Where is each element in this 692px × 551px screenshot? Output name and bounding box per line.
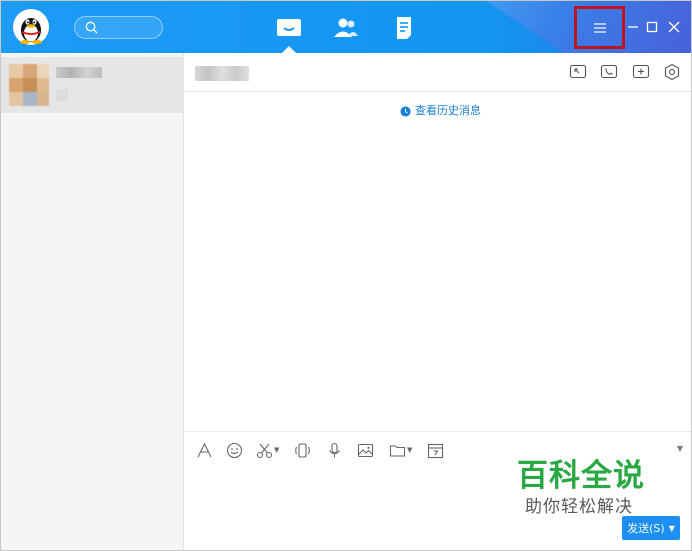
penguin-icon xyxy=(20,18,42,44)
contact-name-redacted xyxy=(56,67,102,78)
screenshot-button[interactable]: ▼ xyxy=(256,441,279,459)
send-file-button[interactable]: ▼ xyxy=(389,441,412,459)
voice-message-button[interactable] xyxy=(326,441,343,459)
shake-icon xyxy=(295,442,310,458)
minimize-icon xyxy=(628,26,638,28)
view-history-link[interactable]: 查看历史消息 xyxy=(400,102,481,120)
settings-icon xyxy=(664,63,680,81)
avatar xyxy=(9,64,49,106)
tab-messages[interactable] xyxy=(274,13,304,43)
history-link-label: 查看历史消息 xyxy=(415,104,481,117)
calendar-icon xyxy=(427,443,444,458)
minimize-button[interactable] xyxy=(625,19,641,35)
close-button[interactable] xyxy=(666,19,682,35)
send-options-icon[interactable]: ▼ xyxy=(669,524,675,533)
send-image-button[interactable] xyxy=(357,441,374,459)
contact-preview-redacted xyxy=(56,89,68,101)
main-menu-button[interactable] xyxy=(574,6,625,49)
send-button-label: 发送(S) xyxy=(627,522,665,535)
notes-icon xyxy=(397,17,411,39)
font-icon xyxy=(197,442,212,457)
chat-settings-button[interactable] xyxy=(662,62,682,82)
phone-icon xyxy=(600,64,618,79)
contacts-icon xyxy=(334,18,358,37)
scissors-icon xyxy=(256,443,273,458)
watermark-subtitle: 助你轻松解决 xyxy=(525,497,633,517)
tab-contacts[interactable] xyxy=(331,13,361,43)
conversation-item[interactable] xyxy=(1,57,183,113)
emoji-icon xyxy=(226,442,243,458)
chat-title-redacted xyxy=(195,66,249,81)
tab-notes[interactable] xyxy=(390,13,420,43)
close-icon xyxy=(668,21,680,33)
screenshot-dropdown-icon[interactable]: ▼ xyxy=(274,446,279,454)
folder-icon xyxy=(389,444,406,457)
qq-main-window: 查看历史消息 ▼ ▼ ▼ 百科全说 助你轻松解决 发送(S) ▼ xyxy=(0,0,692,551)
title-bar xyxy=(1,1,691,53)
message-area xyxy=(185,92,691,429)
search-box[interactable] xyxy=(74,16,163,39)
shake-button[interactable] xyxy=(294,441,311,459)
schedule-button[interactable] xyxy=(427,441,444,459)
add-icon xyxy=(632,64,650,79)
file-dropdown-icon[interactable]: ▼ xyxy=(407,446,412,454)
add-member-button[interactable] xyxy=(631,62,651,82)
emoji-button[interactable] xyxy=(226,441,243,459)
search-icon xyxy=(85,21,98,34)
microphone-icon xyxy=(329,442,340,457)
screen-share-icon xyxy=(569,64,587,79)
watermark-title: 百科全说 xyxy=(517,458,645,494)
chat-header xyxy=(185,53,691,92)
hamburger-menu-icon xyxy=(593,22,606,33)
active-tab-indicator xyxy=(282,46,296,53)
toolbar-more-icon[interactable]: ▼ xyxy=(677,444,683,453)
chat-icon xyxy=(277,19,301,36)
font-button[interactable] xyxy=(196,441,213,459)
maximize-button[interactable] xyxy=(644,19,660,35)
voice-call-button[interactable] xyxy=(599,62,619,82)
image-icon xyxy=(357,443,374,457)
remote-assist-button[interactable] xyxy=(568,62,588,82)
maximize-icon xyxy=(646,21,658,33)
conversation-list xyxy=(1,53,184,550)
send-button[interactable]: 发送(S) ▼ xyxy=(622,516,680,540)
clock-icon xyxy=(400,105,411,117)
qq-logo[interactable] xyxy=(13,9,49,45)
